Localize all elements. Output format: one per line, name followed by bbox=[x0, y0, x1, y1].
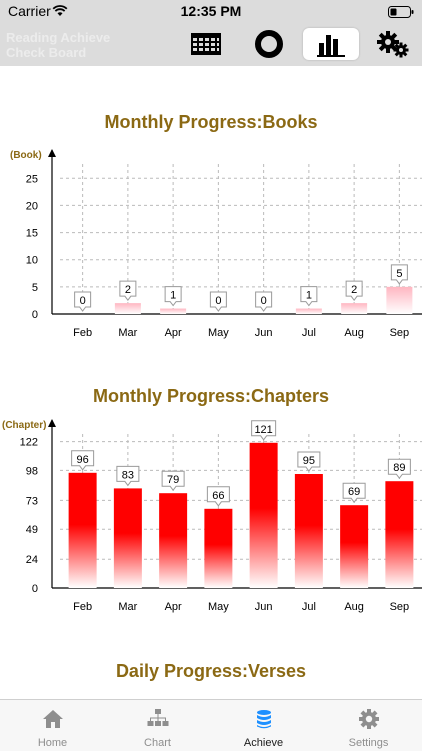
x-tick-label: Jul bbox=[302, 327, 316, 339]
data-label: 0 bbox=[80, 295, 86, 307]
bar bbox=[385, 481, 414, 588]
tab-chart-label: Chart bbox=[144, 737, 171, 749]
bar-chart-view-button[interactable] bbox=[303, 28, 359, 60]
settings-gear-icon bbox=[359, 709, 379, 729]
top-bar: Reading Achieve Check Board bbox=[0, 22, 422, 66]
bar bbox=[386, 286, 413, 314]
app-title: Reading Achieve Check Board bbox=[6, 30, 156, 60]
y-tick-label: 10 bbox=[26, 255, 38, 267]
tab-chart[interactable]: Chart bbox=[105, 700, 210, 751]
x-tick-label: Feb bbox=[73, 601, 92, 613]
y-tick-label: 49 bbox=[26, 524, 38, 536]
x-tick-label: Jul bbox=[302, 601, 316, 613]
data-label: 95 bbox=[303, 455, 315, 467]
x-tick-label: Mar bbox=[118, 601, 137, 613]
ring-view-button[interactable] bbox=[241, 28, 297, 60]
home-icon bbox=[43, 710, 63, 728]
books-chart: 0510152025(Book)0Feb2Mar1Apr0May0Jun1Jul… bbox=[10, 149, 422, 339]
data-label: 0 bbox=[261, 295, 267, 307]
bar bbox=[295, 308, 322, 314]
data-label: 121 bbox=[254, 424, 272, 436]
database-icon bbox=[257, 710, 271, 729]
battery-icon bbox=[388, 5, 414, 23]
y-tick-label: 0 bbox=[32, 583, 38, 595]
y-tick-label: 24 bbox=[26, 554, 38, 566]
bar bbox=[114, 303, 141, 314]
settings-view-button[interactable] bbox=[365, 28, 421, 60]
data-label: 83 bbox=[122, 469, 134, 481]
x-tick-label: Feb bbox=[73, 327, 92, 339]
org-chart-icon bbox=[147, 709, 169, 726]
bar bbox=[341, 303, 368, 314]
gears-icon bbox=[377, 31, 409, 58]
data-label: 1 bbox=[170, 290, 176, 302]
app-title-line2: Check Board bbox=[6, 45, 87, 60]
x-tick-label: Aug bbox=[344, 327, 364, 339]
x-tick-label: Sep bbox=[390, 327, 410, 339]
y-tick-label: 15 bbox=[26, 228, 38, 240]
x-tick-label: Aug bbox=[344, 601, 364, 613]
data-label: 89 bbox=[393, 462, 405, 474]
app-title-line1: Reading Achieve bbox=[6, 30, 111, 45]
data-label: 5 bbox=[396, 268, 402, 280]
tab-home-label: Home bbox=[37, 737, 68, 749]
x-tick-label: Apr bbox=[165, 601, 182, 613]
data-label: 0 bbox=[215, 295, 221, 307]
x-tick-label: Jun bbox=[255, 327, 273, 339]
chapters-chart-title: Monthly Progress:Chapters bbox=[92, 386, 330, 406]
tab-settings[interactable]: Settings bbox=[316, 700, 421, 751]
status-bar: Carrier 12:35 PM bbox=[0, 0, 422, 22]
data-label: 2 bbox=[351, 284, 357, 296]
bar bbox=[294, 474, 323, 588]
y-axis-label: (Chapter) bbox=[2, 420, 46, 431]
clock: 12:35 PM bbox=[180, 3, 242, 19]
data-label: 96 bbox=[77, 454, 89, 466]
bar bbox=[204, 508, 233, 588]
books-chart-title: Monthly Progress:Books bbox=[104, 112, 318, 132]
y-axis-arrow bbox=[48, 149, 56, 157]
data-label: 69 bbox=[348, 486, 360, 498]
x-tick-label: Apr bbox=[165, 327, 182, 339]
bar bbox=[113, 488, 142, 588]
tab-achieve[interactable]: Achieve bbox=[211, 700, 316, 751]
data-label: 66 bbox=[212, 490, 224, 502]
bar bbox=[340, 505, 369, 588]
x-tick-label: May bbox=[208, 327, 229, 339]
verses-chart-title: Daily Progress:Verses bbox=[115, 661, 307, 681]
x-tick-label: Sep bbox=[390, 601, 410, 613]
data-label: 2 bbox=[125, 284, 131, 296]
x-tick-label: Jun bbox=[255, 601, 273, 613]
tab-settings-label: Settings bbox=[348, 737, 389, 749]
bar bbox=[249, 442, 278, 588]
y-axis-label: (Book) bbox=[10, 150, 42, 161]
data-label: 79 bbox=[167, 474, 179, 486]
y-axis-arrow bbox=[48, 419, 56, 427]
y-tick-label: 20 bbox=[26, 200, 38, 212]
x-tick-label: Mar bbox=[118, 327, 137, 339]
y-tick-label: 122 bbox=[20, 437, 38, 449]
x-tick-label: May bbox=[208, 601, 229, 613]
y-tick-label: 73 bbox=[26, 495, 38, 507]
y-tick-label: 5 bbox=[32, 282, 38, 294]
tab-achieve-label: Achieve bbox=[243, 737, 284, 749]
tab-bar: Home Chart Achieve Settings bbox=[0, 699, 422, 751]
tab-home[interactable]: Home bbox=[0, 700, 105, 751]
data-label: 1 bbox=[306, 290, 312, 302]
y-tick-label: 0 bbox=[32, 309, 38, 321]
y-tick-label: 98 bbox=[26, 465, 38, 477]
bar bbox=[159, 493, 188, 588]
bar bbox=[68, 472, 97, 588]
calendar-view-button[interactable] bbox=[178, 28, 234, 60]
calendar-icon bbox=[191, 33, 221, 55]
y-tick-label: 25 bbox=[26, 173, 38, 185]
ring-icon bbox=[255, 30, 283, 58]
bar-chart-icon bbox=[317, 35, 345, 57]
bar bbox=[160, 308, 187, 314]
chapters-chart: 0 24 49 73 98 122 (Chapter) 96 Feb 83 Mar 79 Apr 66 Ma… bbox=[2, 419, 422, 613]
